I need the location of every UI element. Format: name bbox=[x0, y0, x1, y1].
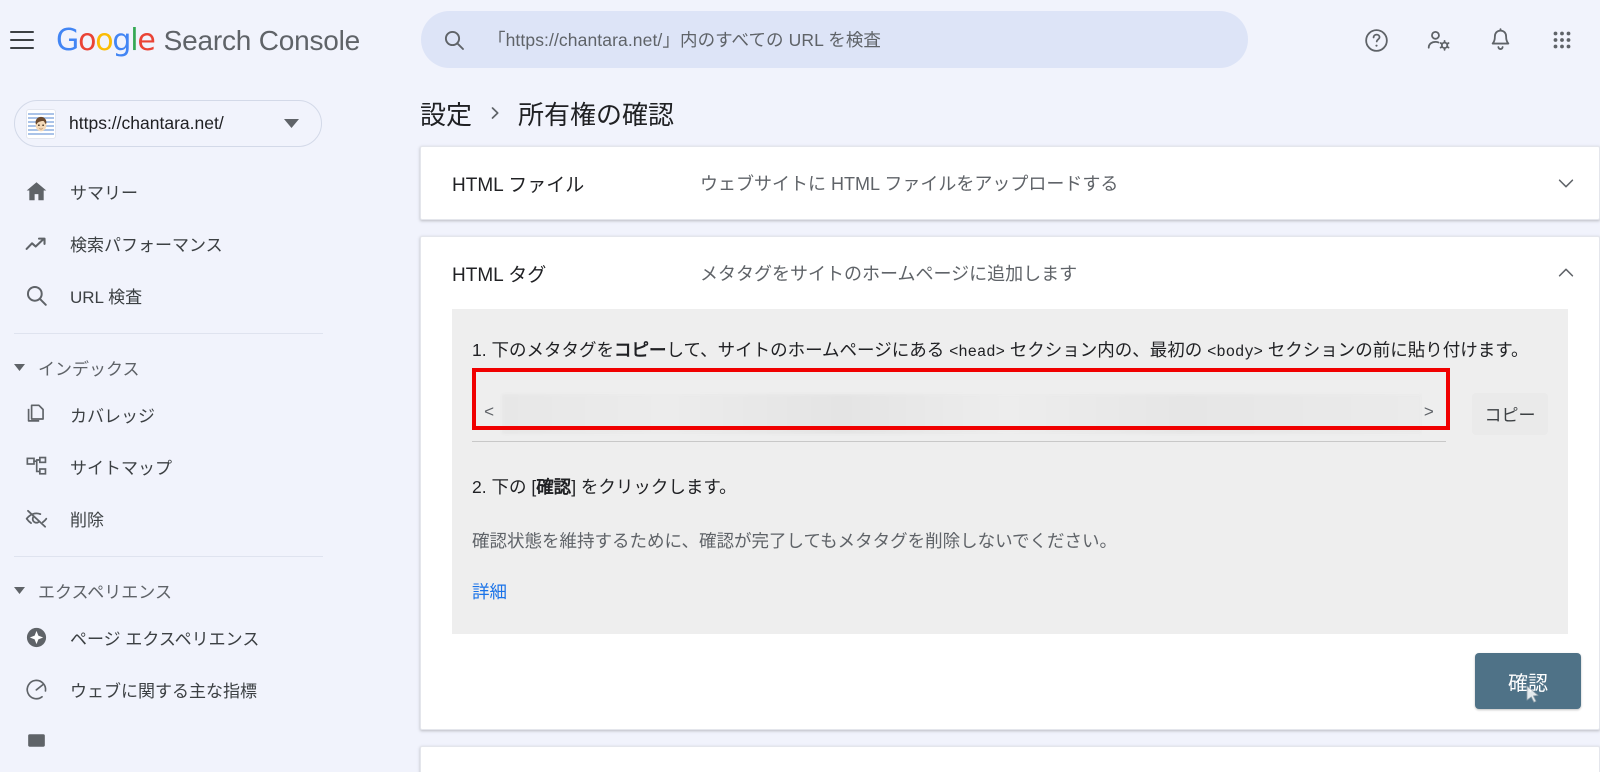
sidebar-primary-nav: サマリー 検索パフォーマンス URL 検査 インデックス カバレッジ サイトマッ… bbox=[0, 165, 337, 767]
step2-part-a: 2. 下の [ bbox=[472, 476, 537, 497]
breadcrumb: 設定 所有権の確認 bbox=[337, 80, 1600, 146]
step-2-text: 2. 下の [確認] をクリックします。 bbox=[472, 472, 1548, 502]
sidebar-item-label: ウェブに関する主な指標 bbox=[70, 681, 257, 701]
card-title: HTML タグ bbox=[452, 264, 547, 286]
sidebar-item-label: サイトマップ bbox=[70, 458, 172, 478]
sidebar-item-core-web-vitals[interactable]: ウェブに関する主な指標 bbox=[0, 663, 337, 715]
sidebar-divider bbox=[14, 333, 323, 334]
sidebar-item-label: サマリー bbox=[70, 183, 138, 203]
sidebar-group-index[interactable]: インデックス bbox=[0, 346, 337, 388]
card-header-html-tag[interactable]: HTML タグ メタタグをサイトのホームページに追加します bbox=[421, 237, 1599, 309]
sidebar-item-sitemaps[interactable]: サイトマップ bbox=[0, 440, 337, 492]
menu-hamburger-icon[interactable] bbox=[10, 31, 34, 49]
sidebar-item-search-performance[interactable]: 検索パフォーマンス bbox=[0, 217, 337, 269]
sidebar-group-label: インデックス bbox=[38, 359, 140, 379]
brand-logo[interactable]: Google Search Console bbox=[56, 23, 360, 58]
help-icon[interactable] bbox=[1350, 14, 1402, 66]
pages-copy-icon bbox=[14, 402, 58, 427]
card-title: HTML ファイル bbox=[452, 174, 585, 196]
property-url: https://chantara.net/ bbox=[69, 113, 224, 133]
sidebar-item-url-inspection[interactable]: URL 検査 bbox=[0, 269, 337, 321]
step2-bold-verify: 確認 bbox=[536, 476, 572, 497]
verification-card-html-file: HTML ファイル ウェブサイトに HTML ファイルをアップロードする bbox=[420, 146, 1600, 220]
verify-button-label: 確認 bbox=[1508, 672, 1548, 695]
chevron-down-icon[interactable] bbox=[1555, 172, 1577, 194]
chevron-down-icon bbox=[8, 586, 30, 594]
meta-tag-input[interactable]: < > bbox=[472, 367, 1450, 442]
trending-up-icon bbox=[14, 231, 58, 256]
card-header-html-file[interactable]: HTML ファイル ウェブサイトに HTML ファイルをアップロードする bbox=[421, 147, 1599, 219]
step1-part-b: して、サイトのホームページにある bbox=[666, 340, 950, 360]
sidebar-item-partial[interactable] bbox=[0, 715, 337, 767]
account-settings-icon[interactable] bbox=[1412, 14, 1464, 66]
redacted-meta-tag-value bbox=[502, 393, 1422, 434]
top-app-bar: Google Search Console 「https://chantara.… bbox=[0, 0, 1600, 80]
card-subtitle: ウェブサイトに HTML ファイルをアップロードする bbox=[700, 174, 1119, 194]
speedometer-icon bbox=[14, 677, 58, 702]
step1-bold-copy: コピー bbox=[613, 340, 667, 360]
meta-tag-left-angle: < bbox=[484, 403, 495, 423]
sidebar-item-label: 検索パフォーマンス bbox=[70, 235, 223, 255]
card-subtitle: メタタグをサイトのホームページに追加します bbox=[700, 264, 1078, 284]
search-icon bbox=[442, 28, 466, 52]
copy-button[interactable]: コピー bbox=[1472, 392, 1548, 435]
chevron-up-icon[interactable] bbox=[1555, 262, 1577, 284]
property-favicon bbox=[26, 108, 56, 139]
notifications-icon[interactable] bbox=[1474, 14, 1526, 66]
step-1-text: 1. 下のメタタグをコピーして、サイトのホームページにある <head> セクシ… bbox=[472, 335, 1548, 366]
sidebar-item-removals[interactable]: 削除 bbox=[0, 492, 337, 544]
sidebar-item-page-experience[interactable]: ページ エクスペリエンス bbox=[0, 611, 337, 663]
sidebar-item-coverage[interactable]: カバレッジ bbox=[0, 388, 337, 440]
meta-tag-row: < > コピー bbox=[472, 367, 1548, 442]
learn-more-link[interactable]: 詳細 bbox=[472, 579, 507, 604]
eye-off-icon bbox=[14, 506, 58, 531]
page-title: 所有権の確認 bbox=[518, 99, 675, 130]
sidebar-group-label: エクスペリエンス bbox=[38, 582, 172, 602]
property-selector[interactable]: https://chantara.net/ bbox=[14, 100, 322, 147]
main-scroll-region: 設定 所有権の確認 HTML ファイル ウェブサイトに HTML ファイルをアッ… bbox=[337, 80, 1600, 772]
chevron-down-icon bbox=[284, 115, 299, 133]
google-wordmark: Google bbox=[56, 22, 156, 58]
verify-button[interactable]: 確認 bbox=[1475, 653, 1581, 710]
sidebar-item-label: 削除 bbox=[70, 510, 104, 530]
main-content: 設定 所有権の確認 HTML ファイル ウェブサイトに HTML ファイルをアッ… bbox=[337, 80, 1600, 772]
sidebar-item-label: カバレッジ bbox=[70, 406, 155, 426]
sitemap-tree-icon bbox=[14, 454, 58, 479]
step1-part-d: セクションの前に貼り付けます。 bbox=[1262, 340, 1529, 360]
page-experience-icon bbox=[14, 625, 58, 650]
sidebar-item-label: ページ エクスペリエンス bbox=[70, 629, 260, 649]
top-bar-icon-group bbox=[1350, 14, 1588, 66]
card-actions: 確認 bbox=[421, 634, 1599, 729]
step1-part-c: セクション内の、最初の bbox=[1004, 340, 1208, 360]
placeholder-icon bbox=[14, 729, 58, 754]
step2-part-b: ] をクリックします。 bbox=[571, 476, 737, 497]
sidebar: https://chantara.net/ サマリー 検索パフォーマンス URL… bbox=[0, 80, 337, 772]
search-console-app: Google Search Console 「https://chantara.… bbox=[0, 0, 1600, 772]
step1-code-head: <head> bbox=[949, 343, 1005, 361]
sidebar-item-summary[interactable]: サマリー bbox=[0, 165, 337, 217]
search-icon bbox=[14, 283, 58, 308]
step1-part-a: 1. 下のメタタグを bbox=[472, 340, 614, 360]
apps-grid-icon[interactable] bbox=[1536, 14, 1588, 66]
search-inspect-bar[interactable]: 「https://chantara.net/」内のすべての URL を検査 bbox=[421, 11, 1248, 68]
meta-tag-right-angle: > bbox=[1423, 403, 1434, 423]
step1-code-body: <body> bbox=[1207, 343, 1263, 361]
verification-card-html-tag: HTML タグ メタタグをサイトのホームページに追加します 1. 下のメタタグを… bbox=[420, 236, 1600, 730]
search-input[interactable]: 「https://chantara.net/」内のすべての URL を検査 bbox=[488, 27, 881, 52]
sidebar-divider bbox=[14, 556, 323, 557]
sidebar-group-experience[interactable]: エクスペリエンス bbox=[0, 569, 337, 611]
sidebar-item-label: URL 検査 bbox=[70, 287, 143, 307]
chevron-down-icon bbox=[8, 363, 30, 371]
home-icon bbox=[14, 179, 58, 204]
html-tag-instructions-panel: 1. 下のメタタグをコピーして、サイトのホームページにある <head> セクシ… bbox=[452, 309, 1568, 634]
breadcrumb-parent[interactable]: 設定 bbox=[420, 95, 472, 132]
breadcrumb-separator-icon bbox=[488, 105, 502, 121]
verification-card-next[interactable] bbox=[420, 745, 1600, 772]
keep-tag-note: 確認状態を維持するために、確認が完了してもメタタグを削除しないでください。 bbox=[472, 530, 1118, 551]
product-name: Search Console bbox=[163, 24, 361, 56]
